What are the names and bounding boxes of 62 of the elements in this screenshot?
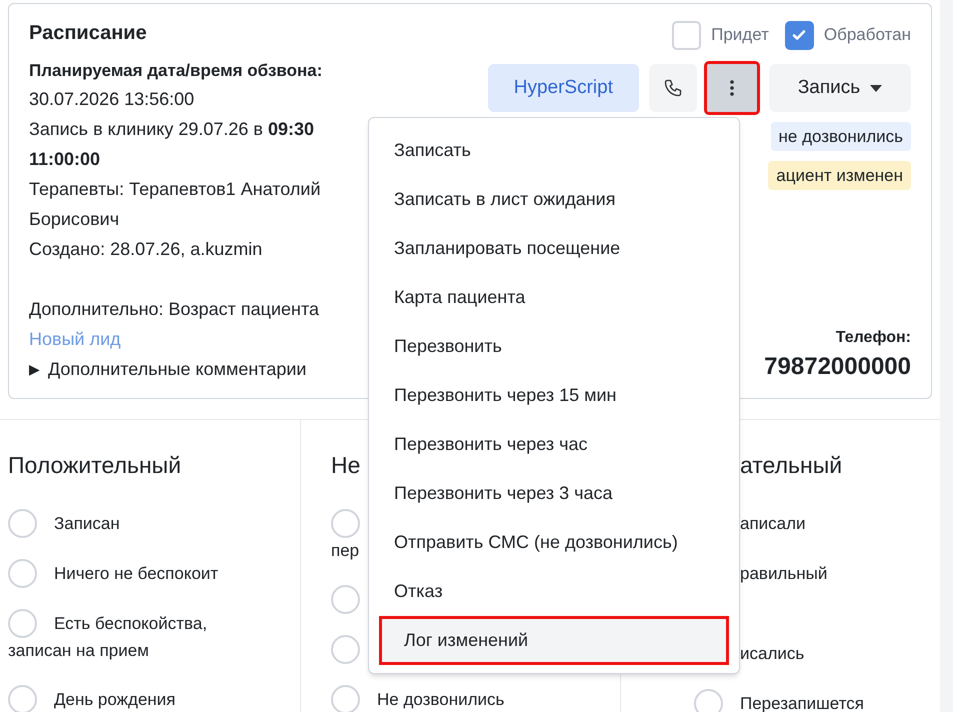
info-text: Создано: 28.07.26, a.kuzmin xyxy=(29,238,264,261)
radio-button[interactable] xyxy=(8,559,37,588)
disclosure-icon: ▶ xyxy=(29,354,40,384)
menu-item[interactable]: Перезвонить xyxy=(369,322,739,371)
menu-item[interactable]: Записать в лист ожидания xyxy=(369,175,739,224)
radio-button[interactable] xyxy=(694,689,723,712)
radio-button[interactable] xyxy=(331,585,360,614)
info-text: 11:00:00 xyxy=(29,148,102,171)
radio-button[interactable] xyxy=(8,609,37,638)
menu-item[interactable]: Перезвонить через 15 мин xyxy=(369,371,739,420)
option-label: Есть беспокойства, xyxy=(54,612,208,634)
group-heading: Положительный xyxy=(8,452,182,478)
details-toggle[interactable]: ▶ Дополнительные комментарии xyxy=(29,354,369,384)
status-tag: не дозвонились xyxy=(770,122,911,151)
checkbox-label: Обработан xyxy=(824,24,911,46)
option-label: равильный xyxy=(740,562,828,584)
option-label: записан на прием xyxy=(8,640,149,662)
phone-icon xyxy=(663,78,683,98)
option-label: пер xyxy=(331,540,360,562)
status-tag: ациент изменен xyxy=(768,161,911,190)
checkbox-label: Придет xyxy=(711,24,769,46)
menu-item[interactable]: Отказ xyxy=(369,567,739,616)
radio-button[interactable] xyxy=(8,685,37,712)
info-text: Борисович xyxy=(29,208,120,231)
radio-button[interactable] xyxy=(331,509,360,538)
info-text: 30.07.2026 13:56:00 xyxy=(29,88,196,111)
check-icon xyxy=(791,27,808,43)
card-title: Расписание xyxy=(29,21,148,46)
option-label: День рождения xyxy=(54,688,176,710)
hyperscript-button[interactable]: HyperScript xyxy=(488,64,639,112)
menu-item[interactable]: Карта пациента xyxy=(369,273,739,322)
menu-item[interactable]: Перезвонить через час xyxy=(369,420,739,469)
radio-button[interactable] xyxy=(331,635,360,664)
menu-item[interactable]: Отправить СМС (не дозвонились) xyxy=(369,518,739,567)
menu-item[interactable]: Запланировать посещение xyxy=(369,224,739,273)
menu-item[interactable]: Перезвонить через 3 часа xyxy=(369,469,739,518)
info-text: Дополнительно: Возраст пациента xyxy=(29,298,320,321)
info-text: Терапевты: Терапевтов1 Анатолий xyxy=(29,178,322,201)
radio-button[interactable] xyxy=(331,685,360,712)
record-dropdown[interactable]: Запись xyxy=(769,64,911,112)
details-label: Дополнительные комментарии xyxy=(48,358,306,381)
option-label: исались xyxy=(740,642,804,664)
option-label: аписали xyxy=(740,512,806,534)
option-label: Ничего не беспокоит xyxy=(54,562,218,584)
option-label: Не дозвонились xyxy=(377,688,504,710)
option-label: Записан xyxy=(54,512,120,534)
phone-number: 79872000000 xyxy=(764,352,911,382)
group-heading: Не xyxy=(331,452,360,478)
group-heading: ательный xyxy=(740,452,842,478)
more-button[interactable] xyxy=(707,64,757,112)
checkbox[interactable] xyxy=(784,20,814,50)
more-icon xyxy=(730,80,734,96)
menu-item[interactable]: Записать xyxy=(369,126,739,175)
call-button[interactable] xyxy=(649,64,697,112)
caret-icon xyxy=(870,84,882,92)
checkbox[interactable] xyxy=(672,20,702,50)
field-label: Планируемая дата/время обзвона: xyxy=(29,60,324,82)
radio-button[interactable] xyxy=(8,509,37,538)
phone-label: Телефон: xyxy=(836,328,911,348)
option-label: Перезапишется xyxy=(740,692,864,712)
menu-item[interactable]: Лог изменений xyxy=(379,616,729,665)
info-text: Запись в клинику 29.07.26 в 09:30 xyxy=(29,118,316,141)
